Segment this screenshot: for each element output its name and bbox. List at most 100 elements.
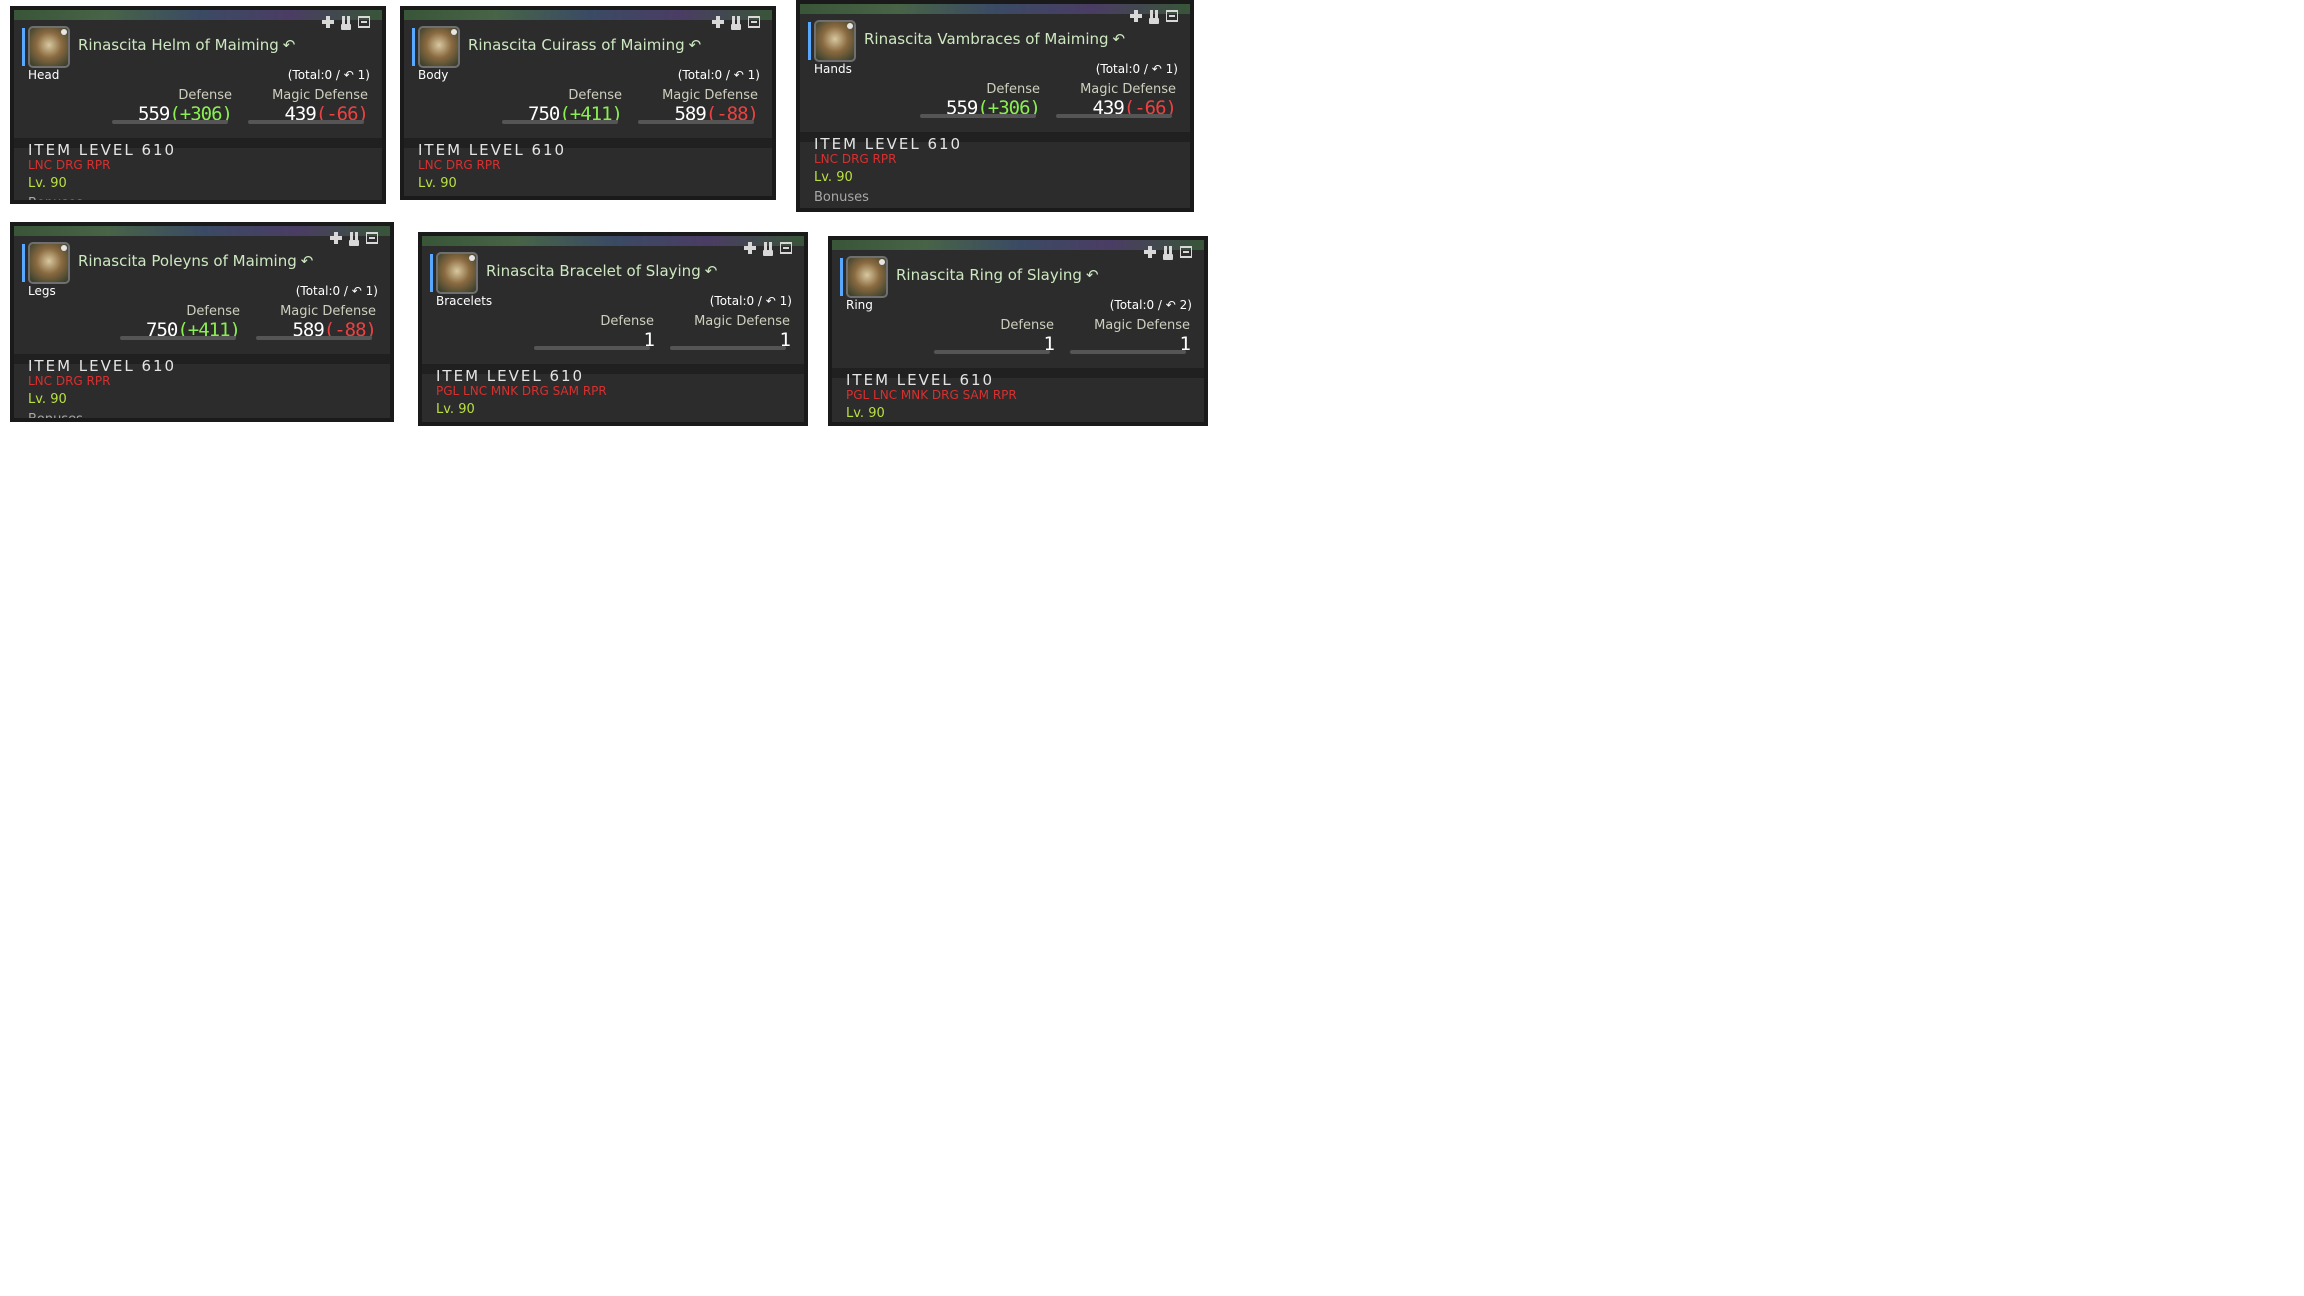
item-icon — [418, 26, 460, 68]
tooltip-toolbar — [322, 16, 370, 30]
tooltip-toolbar — [1130, 10, 1178, 24]
magic-defense-label: Magic Defense — [694, 314, 790, 329]
tooltip-toolbar — [744, 242, 792, 256]
equip-level: Lv. 90 — [418, 176, 457, 191]
job-list: LNC DRG RPR — [814, 152, 897, 166]
glamour-icon: ↶ — [300, 252, 314, 270]
bonuses-label: Bonuses — [418, 196, 473, 200]
defense-label: Defense — [600, 314, 654, 329]
job-list: PGL LNC MNK DRG SAM RPR — [846, 388, 1017, 402]
repair-icon — [340, 16, 352, 30]
tooltip-toolbar — [1144, 246, 1192, 260]
item-icon — [846, 256, 888, 298]
materia-total: (Total:0 / ↶ 2) — [1109, 298, 1192, 312]
materia-total: (Total:0 / ↶ 1) — [287, 68, 370, 82]
defense-underline — [112, 120, 228, 124]
item-slot: Bracelets — [436, 294, 493, 308]
magic-defense-label: Magic Defense — [662, 88, 758, 103]
materia-icon — [330, 232, 342, 246]
equip-level: Lv. 90 — [436, 402, 475, 417]
magic-defense-underline — [670, 346, 786, 350]
tooltip-card-bracelets: Rinascita Bracelet of Slaying ↶ Bracelets… — [418, 232, 808, 426]
bonuses-label: Bonuses — [814, 190, 869, 205]
equip-level: Lv. 90 — [846, 406, 885, 421]
equip-level: Lv. 90 — [28, 392, 67, 407]
defense-stat: Defense 750(+411) — [502, 88, 623, 125]
defense-stat: Defense 1 — [534, 314, 655, 351]
item-slot: Ring — [846, 298, 873, 312]
magic-defense-underline — [256, 336, 372, 340]
item-slot: Body — [418, 68, 449, 82]
item-level: ITEM LEVEL 610 — [28, 141, 177, 159]
magic-defense-stat: Magic Defense 1 — [670, 314, 791, 351]
defense-stat: Defense 559(+306) — [112, 88, 233, 125]
job-list: LNC DRG RPR — [28, 158, 111, 172]
defense-stat: Defense 1 — [934, 318, 1055, 355]
materia-icon — [322, 16, 334, 30]
materia-icon — [1130, 10, 1142, 24]
repair-icon — [348, 232, 360, 246]
job-list: LNC DRG RPR — [418, 158, 501, 172]
item-icon — [28, 242, 70, 284]
armoire-icon — [748, 16, 760, 30]
bonuses-label: Bonuses — [28, 412, 83, 422]
item-level: ITEM LEVEL 610 — [28, 357, 177, 375]
item-name: Rinascita Vambraces of Maiming ↶ — [864, 30, 1126, 48]
bonuses-label: Bonuses — [436, 422, 491, 426]
item-rarity-bar — [430, 254, 433, 292]
item-slot: Legs — [28, 284, 56, 298]
job-list: PGL LNC MNK DRG SAM RPR — [436, 384, 607, 398]
item-level: ITEM LEVEL 610 — [418, 141, 567, 159]
repair-icon — [1162, 246, 1174, 260]
item-level: ITEM LEVEL 610 — [846, 371, 995, 389]
item-name: Rinascita Ring of Slaying ↶ — [896, 266, 1099, 284]
item-name: Rinascita Helm of Maiming ↶ — [78, 36, 296, 54]
armoire-icon — [358, 16, 370, 30]
magic-defense-underline — [638, 120, 754, 124]
glamour-icon: ↶ — [688, 36, 702, 54]
defense-underline — [534, 346, 650, 350]
job-list: LNC DRG RPR — [28, 374, 111, 388]
magic-defense-stat: Magic Defense 439(-66) — [1056, 82, 1177, 119]
item-name: Rinascita Cuirass of Maiming ↶ — [468, 36, 702, 54]
item-icon — [436, 252, 478, 294]
defense-label: Defense — [186, 304, 240, 319]
defense-label: Defense — [568, 88, 622, 103]
tooltip-card-ring: Rinascita Ring of Slaying ↶ Ring (Total:0… — [828, 236, 1208, 426]
magic-defense-stat: Magic Defense 589(-88) — [638, 88, 759, 125]
materia-icon — [744, 242, 756, 256]
glamour-icon: ↶ — [1112, 30, 1126, 48]
magic-defense-underline — [1056, 114, 1172, 118]
defense-stat: Defense 750(+411) — [120, 304, 241, 341]
magic-defense-label: Magic Defense — [280, 304, 376, 319]
tooltip-card-head: Rinascita Helm of Maiming ↶ Head (Total:0… — [10, 6, 386, 204]
repair-icon — [730, 16, 742, 30]
glamour-icon: ↶ — [1085, 266, 1099, 284]
item-rarity-bar — [22, 244, 25, 282]
armoire-icon — [780, 242, 792, 256]
magic-defense-stat: Magic Defense 1 — [1070, 318, 1191, 355]
magic-defense-stat: Magic Defense 589(-88) — [256, 304, 377, 341]
tooltip-card-hands: Rinascita Vambraces of Maiming ↶ Hands (T… — [796, 0, 1194, 212]
bonuses-label: Bonuses — [28, 196, 83, 204]
item-name: Rinascita Bracelet of Slaying ↶ — [486, 262, 718, 280]
equip-level: Lv. 90 — [814, 170, 853, 185]
item-level: ITEM LEVEL 610 — [436, 367, 585, 385]
magic-defense-underline — [248, 120, 364, 124]
materia-total: (Total:0 / ↶ 1) — [677, 68, 760, 82]
repair-icon — [1148, 10, 1160, 24]
item-rarity-bar — [22, 28, 25, 66]
defense-underline — [502, 120, 618, 124]
magic-defense-label: Magic Defense — [272, 88, 368, 103]
materia-icon — [712, 16, 724, 30]
item-level: ITEM LEVEL 610 — [814, 135, 963, 153]
tooltip-card-legs: Rinascita Poleyns of Maiming ↶ Legs (Tota… — [10, 222, 394, 422]
item-rarity-bar — [840, 258, 843, 296]
magic-defense-stat: Magic Defense 439(-66) — [248, 88, 369, 125]
armoire-icon — [1180, 246, 1192, 260]
materia-icon — [1144, 246, 1156, 260]
item-icon — [814, 20, 856, 62]
item-rarity-bar — [808, 22, 811, 60]
defense-underline — [920, 114, 1036, 118]
repair-icon — [762, 242, 774, 256]
